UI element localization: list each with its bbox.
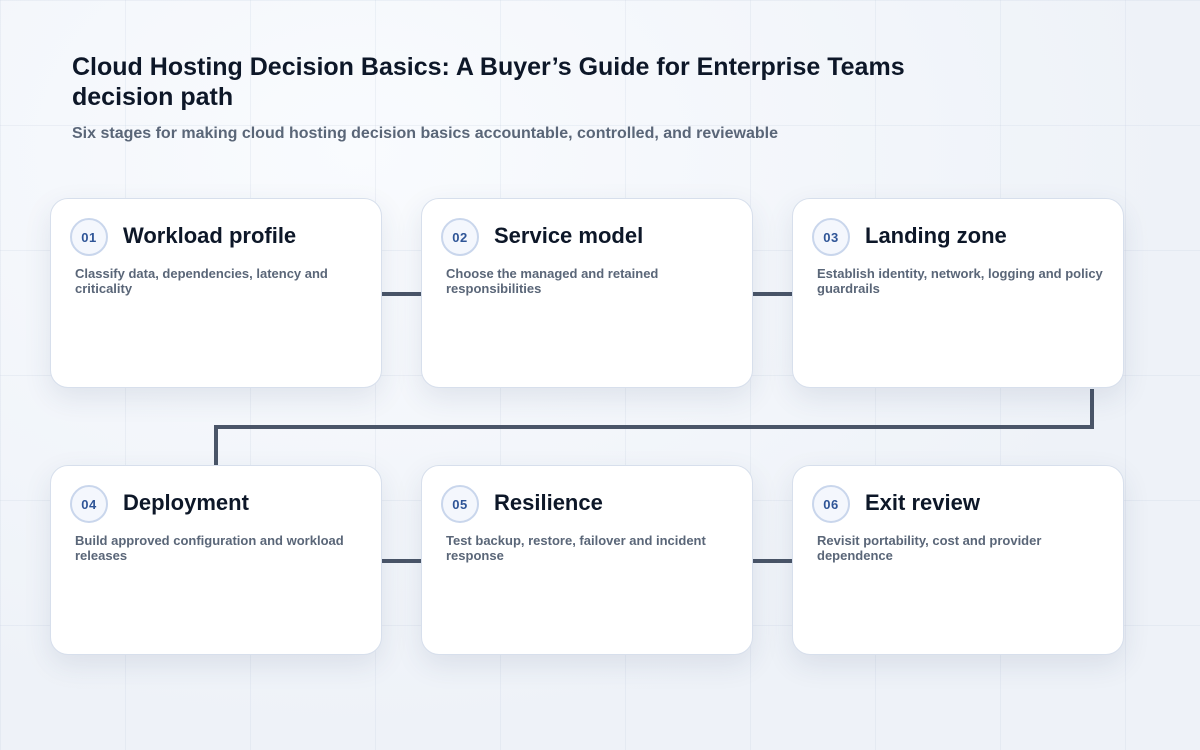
connector-03-04 (214, 389, 1094, 465)
step-description: Choose the managed and retained responsi… (446, 266, 659, 296)
step-title: Resilience (494, 490, 603, 515)
step-title: Service model (494, 223, 644, 248)
step-card-resilience: 05 Resilience Test backup, restore, fail… (421, 465, 753, 655)
step-number-badge: 01 (70, 218, 108, 256)
step-card-landing-zone: 03 Landing zone Establish identity, netw… (792, 198, 1124, 388)
step-card-deployment: 04 Deployment Build approved configurati… (50, 465, 382, 655)
step-description: Classify data, dependencies, latency and… (75, 266, 328, 296)
step-card-service-model: 02 Service model Choose the managed and … (421, 198, 753, 388)
step-description: Build approved configuration and workloa… (75, 533, 344, 563)
step-title: Landing zone (865, 223, 1007, 248)
step-number-badge: 05 (441, 485, 479, 523)
step-description: Revisit portability, cost and provider d… (817, 533, 1042, 563)
step-number-badge: 02 (441, 218, 479, 256)
step-description: Test backup, restore, failover and incid… (446, 533, 706, 563)
step-title: Deployment (123, 490, 249, 515)
step-number-badge: 06 (812, 485, 850, 523)
step-number-badge: 03 (812, 218, 850, 256)
step-card-exit-review: 06 Exit review Revisit portability, cost… (792, 465, 1124, 655)
step-number-badge: 04 (70, 485, 108, 523)
step-card-workload-profile: 01 Workload profile Classify data, depen… (50, 198, 382, 388)
step-title: Exit review (865, 490, 980, 515)
step-description: Establish identity, network, logging and… (817, 266, 1103, 296)
step-title: Workload profile (123, 223, 297, 248)
